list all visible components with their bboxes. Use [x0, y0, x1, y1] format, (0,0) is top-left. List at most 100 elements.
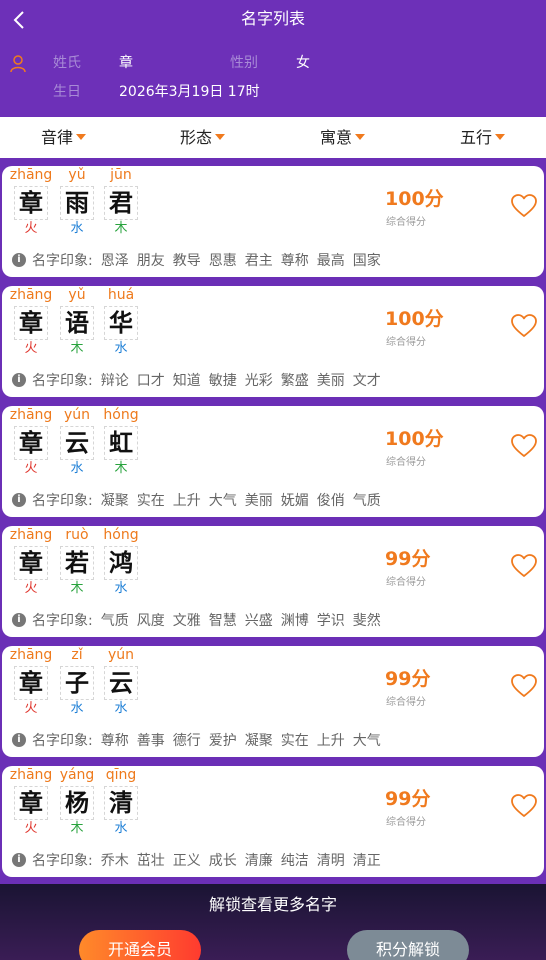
score-value: 99分 — [385, 668, 431, 690]
pinyin: yáng — [59, 767, 95, 783]
element-label: 火 — [24, 461, 38, 476]
surname-label: 姓氏 — [53, 55, 81, 71]
character-box: 章 — [14, 426, 48, 460]
keyword: 光彩 — [244, 373, 273, 389]
heart-icon[interactable] — [511, 314, 537, 338]
keyword: 恩惠 — [208, 253, 237, 269]
element-label: 木 — [70, 581, 84, 596]
character-box: 虹 — [104, 426, 138, 460]
filter-tabs: 音律 形态 寓意 五行 — [0, 117, 546, 158]
impression-label: 名字印象: — [32, 613, 93, 629]
keyword: 繁盛 — [280, 373, 309, 389]
person-icon — [10, 55, 26, 73]
pinyin: jūn — [110, 167, 132, 183]
element-label: 火 — [24, 701, 38, 716]
keyword: 茁壮 — [136, 853, 165, 869]
info-icon: i — [12, 733, 26, 747]
element-label: 水 — [114, 821, 128, 836]
score-label: 综合得分 — [386, 817, 426, 828]
pinyin: hóng — [103, 527, 139, 543]
element-label: 水 — [114, 341, 128, 356]
points-unlock-button[interactable]: 积分解锁 — [347, 930, 469, 960]
element-label: 水 — [70, 461, 84, 476]
heart-icon[interactable] — [511, 434, 537, 458]
keyword: 善事 — [136, 733, 165, 749]
tab-wuxing[interactable]: 五行 — [460, 117, 506, 158]
heart-icon[interactable] — [511, 194, 537, 218]
element-label: 火 — [24, 581, 38, 596]
score-value: 99分 — [385, 788, 431, 810]
element-label: 火 — [24, 821, 38, 836]
keyword: 凝聚 — [244, 733, 273, 749]
score-label: 综合得分 — [386, 577, 426, 588]
element-label: 水 — [114, 581, 128, 596]
keyword: 气质 — [100, 613, 129, 629]
pinyin: qīng — [105, 767, 137, 783]
info-icon: i — [12, 253, 26, 267]
keyword: 知道 — [172, 373, 201, 389]
element-label: 水 — [114, 701, 128, 716]
name-character: hóng 鸿水 — [98, 526, 144, 598]
keyword: 正义 — [172, 853, 201, 869]
element-label: 水 — [70, 221, 84, 236]
keyword: 最高 — [316, 253, 345, 269]
character-box: 章 — [14, 666, 48, 700]
tab-label: 寓意 — [320, 128, 353, 147]
vip-button[interactable]: 开通会员 — [79, 930, 201, 960]
name-character: yǔ 雨水 — [54, 166, 100, 238]
name-character: yáng 杨木 — [54, 766, 100, 838]
tab-yinlv[interactable]: 音律 — [41, 117, 87, 158]
name-character: hóng 虹木 — [98, 406, 144, 478]
name-character: huá 华水 — [98, 286, 144, 358]
name-character: zhāng 章火 — [8, 766, 54, 838]
keyword: 辩论 — [100, 373, 129, 389]
heart-icon[interactable] — [511, 794, 537, 818]
character-box: 章 — [14, 786, 48, 820]
heart-icon[interactable] — [511, 674, 537, 698]
keyword: 实在 — [280, 733, 309, 749]
name-card[interactable]: zhāng 章火 ruò 若木 hóng 鸿水 99分 综合得分 i 名字印象: 气质 风度 文雅 智慧兴… — [2, 526, 544, 637]
keyword: 乔木 — [100, 853, 129, 869]
pinyin: yún — [107, 647, 135, 663]
name-character: zhāng 章火 — [8, 526, 54, 598]
name-character: jūn 君木 — [98, 166, 144, 238]
caret-down-icon — [355, 133, 366, 140]
keyword: 学识 — [316, 613, 345, 629]
keyword: 大气 — [208, 493, 237, 509]
tab-xingtai[interactable]: 形态 — [180, 117, 226, 158]
character-box: 鸿 — [104, 546, 138, 580]
keyword: 斐然 — [352, 613, 381, 629]
element-label: 火 — [24, 221, 38, 236]
pinyin: yún — [63, 407, 91, 423]
name-card[interactable]: zhāng 章火 yǔ 雨水 jūn 君木 100分 综合得分 i 名字印象: 恩泽 朋友 教导 恩惠 君主… — [2, 166, 544, 277]
info-icon: i — [12, 613, 26, 627]
impression-label: 名字印象: — [32, 253, 93, 269]
name-character: qīng 清水 — [98, 766, 144, 838]
name-character: yún 云水 — [98, 646, 144, 718]
name-character: zhāng 章火 — [8, 286, 54, 358]
character-box: 若 — [60, 546, 94, 580]
caret-down-icon — [215, 133, 226, 140]
page-title: 名字列表 — [240, 9, 305, 28]
character-box: 雨 — [60, 186, 94, 220]
element-label: 水 — [70, 701, 84, 716]
surname-value: 章 — [119, 55, 133, 71]
info-icon: i — [12, 373, 26, 387]
name-card[interactable]: zhāng 章火 yún 云水 hóng 虹木 100分 综合得分 i 名字印象: 凝聚 实在 上升 大气… — [2, 406, 544, 517]
score-label: 综合得分 — [386, 697, 426, 708]
character-box: 华 — [104, 306, 138, 340]
character-box: 语 — [60, 306, 94, 340]
keyword: 德行 — [172, 733, 201, 749]
heart-icon[interactable] — [511, 554, 537, 578]
keyword: 尊称 — [100, 733, 129, 749]
keyword: 风度 — [136, 613, 165, 629]
pinyin: hóng — [103, 407, 139, 423]
name-card[interactable]: zhāng 章火 yǔ 语木 huá 华水 100分 综合得分 i 名字印象: 辩论 口才 知道 敏捷 光彩… — [2, 286, 544, 397]
impression-label: 名字印象: — [32, 853, 93, 869]
name-card[interactable]: zhāng 章火 zǐ 子水 yún 云水 99分 综合得分 i 名字印象: 尊称 善事 德行 爱护 凝聚实… — [2, 646, 544, 757]
pinyin: zhāng — [9, 407, 53, 423]
name-card[interactable]: zhāng 章火 yáng 杨木 qīng 清水 99分 综合得分 i 名字印象: 乔木 茁壮 正义 成长… — [2, 766, 544, 877]
tab-yuyi[interactable]: 寓意 — [320, 117, 366, 158]
keyword: 朋友 — [136, 253, 165, 269]
birth-value: 2026年3月19日 17时 — [119, 84, 260, 100]
